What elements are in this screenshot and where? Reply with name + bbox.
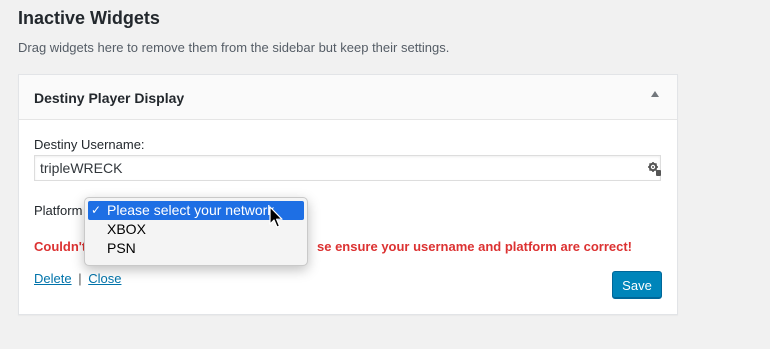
error-text-end: se ensure your username and platform are… — [317, 239, 633, 254]
checkmark-icon: ✓ — [91, 203, 102, 217]
platform-label: Platform — [34, 203, 83, 218]
widget-panel: Destiny Player Display Destiny Username:… — [18, 74, 678, 315]
section-title: Inactive Widgets — [18, 8, 160, 28]
option-label: PSN — [107, 240, 136, 256]
arrow-up-icon[interactable] — [651, 91, 659, 97]
section-description: Drag widgets here to remove them from th… — [18, 40, 450, 55]
separator: | — [78, 271, 82, 286]
widget-title: Destiny Player Display — [34, 90, 185, 106]
mouse-cursor-icon — [269, 206, 283, 228]
dropdown-option-psn[interactable]: PSN — [88, 239, 304, 258]
save-button[interactable]: Save — [612, 271, 662, 299]
username-label: Destiny Username: — [34, 137, 145, 152]
widget-header[interactable]: Destiny Player Display — [19, 75, 677, 120]
delete-link[interactable]: Delete — [34, 271, 72, 286]
widget-actions: Delete | Close — [34, 271, 121, 286]
gear-icon[interactable] — [648, 162, 662, 176]
option-label: Please select your network — [107, 202, 275, 218]
option-label: XBOX — [107, 221, 146, 237]
username-input[interactable] — [34, 155, 661, 181]
error-text-start: Couldn't — [34, 239, 87, 254]
close-link[interactable]: Close — [88, 271, 121, 286]
